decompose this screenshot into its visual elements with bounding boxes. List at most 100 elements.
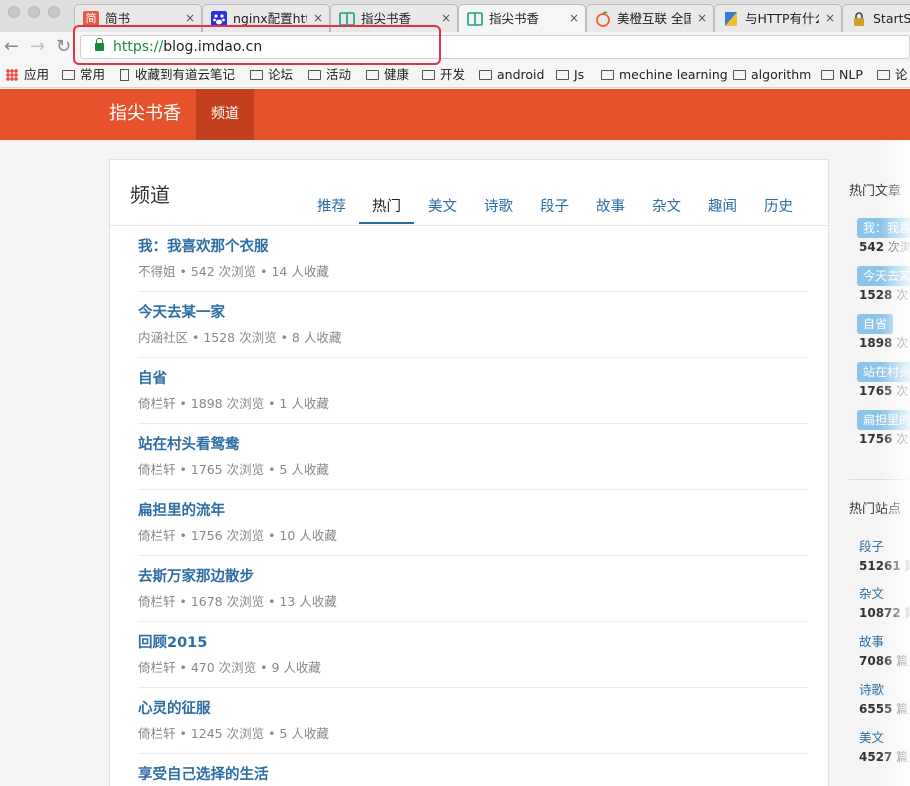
list-item: 心灵的征服 倚栏轩 • 1245 次浏览 • 5 人收藏	[138, 688, 808, 754]
folder-icon	[250, 70, 263, 80]
bookmark-folder[interactable]: android	[479, 67, 544, 83]
bookmark-folder[interactable]: 论	[877, 67, 908, 83]
article-meta: 倚栏轩 • 1756 次浏览 • 10 人收藏	[138, 528, 337, 543]
tab-history[interactable]: 历史	[764, 196, 793, 218]
bookmark-folder[interactable]: 论坛	[250, 67, 293, 83]
article-title-link[interactable]: 回顾2015	[138, 633, 207, 653]
tab-hot[interactable]: 热门	[372, 196, 401, 218]
book-icon	[467, 11, 483, 27]
hot-article-views: 1898 次浏	[859, 336, 910, 350]
close-icon[interactable]: ×	[185, 10, 195, 26]
hot-site-link[interactable]: 诗歌	[859, 682, 884, 698]
hot-site-count: 4527 篇文	[859, 750, 910, 764]
close-icon[interactable]: ×	[825, 10, 835, 26]
active-tab-underline	[359, 222, 414, 224]
article-title-link[interactable]: 站在村头看鸳鸯	[138, 435, 240, 455]
tab-misc[interactable]: 杂文	[652, 196, 681, 218]
page-icon	[120, 69, 129, 81]
hot-site-link[interactable]: 美文	[859, 730, 884, 746]
article-title-link[interactable]: 心灵的征服	[138, 699, 211, 719]
folder-icon	[422, 70, 435, 80]
article-title-link[interactable]: 去斯万家那边散步	[138, 567, 254, 587]
folder-icon	[556, 70, 569, 80]
hot-site-count: 10872 篇文	[859, 606, 910, 620]
channel-card: 频道 推荐 热门 美文 诗歌 段子 故事 杂文 趣闻 历史 我：我喜欢那个衣服 …	[109, 159, 830, 786]
window-close-dot[interactable]	[8, 6, 20, 18]
bookmark-folder[interactable]: NLP	[821, 67, 863, 83]
hot-article-tag[interactable]: 自省	[857, 314, 894, 334]
tab-title: 与HTTP有什么	[745, 11, 819, 26]
tab-title: 指尖书香	[489, 11, 540, 26]
close-icon[interactable]: ×	[441, 10, 451, 26]
list-item: 今天去某一家 内涵社区 • 1528 次浏览 • 8 人收藏	[138, 292, 808, 358]
bookmark-folder[interactable]: 开发	[422, 67, 465, 83]
bookmark-folder[interactable]: mechine learning	[601, 67, 728, 83]
tab-stories[interactable]: 故事	[596, 196, 625, 218]
hot-site-link[interactable]: 故事	[859, 634, 884, 650]
article-title-link[interactable]: 今天去某一家	[138, 303, 225, 323]
hot-article-views: 1528 次浏	[859, 288, 910, 302]
folder-icon	[821, 70, 834, 80]
close-icon[interactable]: ×	[313, 10, 323, 26]
window-minimize-dot[interactable]	[28, 6, 40, 18]
nav-item-channel[interactable]: 频道	[196, 89, 254, 140]
page-title: 频道	[130, 183, 170, 207]
bookmark-folder[interactable]: 健康	[366, 67, 409, 83]
browser-tab-http[interactable]: 与HTTP有什么 ×	[714, 4, 842, 32]
tab-title: StartS	[873, 11, 910, 26]
article-meta: 内涵社区 • 1528 次浏览 • 8 人收藏	[138, 330, 342, 345]
bookmark-folder[interactable]: algorithm	[733, 67, 811, 83]
tab-essay[interactable]: 美文	[428, 196, 457, 218]
bookmark-folder[interactable]: 活动	[308, 67, 351, 83]
article-title-link[interactable]: 享受自己选择的生活	[138, 765, 269, 785]
folder-icon	[308, 70, 321, 80]
hot-site-count: 6555 篇文	[859, 702, 910, 716]
sidebar: 热门文章 我：我喜 542 次浏览 今天去某 1528 次浏 自省 1898 次…	[828, 159, 910, 786]
bookmark-apps[interactable]: 应用	[6, 67, 49, 83]
forward-arrow-icon[interactable]: →	[30, 36, 45, 58]
back-arrow-icon[interactable]: ←	[4, 36, 19, 58]
hot-site-link[interactable]: 段子	[859, 539, 884, 555]
folder-icon	[479, 70, 492, 80]
orange-icon	[595, 11, 611, 27]
tab-anecdotes[interactable]: 趣闻	[708, 196, 737, 218]
close-icon[interactable]: ×	[697, 10, 707, 26]
article-meta: 倚栏轩 • 1898 次浏览 • 1 人收藏	[138, 396, 329, 411]
article-title-link[interactable]: 我：我喜欢那个衣服	[138, 237, 269, 257]
lock-icon	[851, 11, 867, 27]
article-meta: 倚栏轩 • 1245 次浏览 • 5 人收藏	[138, 726, 329, 741]
folder-icon	[366, 70, 379, 80]
hot-article-tag[interactable]: 站在村头	[857, 362, 910, 382]
close-icon[interactable]: ×	[569, 10, 579, 26]
article-meta: 倚栏轩 • 1765 次浏览 • 5 人收藏	[138, 462, 329, 477]
bookmark-page[interactable]: 收藏到有道云笔记	[120, 67, 235, 83]
site-brand-logo[interactable]: 指尖书香	[109, 102, 181, 126]
tab-poetry[interactable]: 诗歌	[484, 196, 513, 218]
list-item: 去斯万家那边散步 倚栏轩 • 1678 次浏览 • 13 人收藏	[138, 556, 808, 622]
browser-tab-meicheng[interactable]: 美橙互联 全国 ×	[586, 4, 714, 32]
hot-article-views: 1765 次浏	[859, 384, 910, 398]
list-item: 扁担里的流年 倚栏轩 • 1756 次浏览 • 10 人收藏	[138, 490, 808, 556]
hot-article-tag[interactable]: 扁担里的	[857, 410, 910, 430]
list-item: 自省 倚栏轩 • 1898 次浏览 • 1 人收藏	[138, 358, 808, 424]
tab-jokes[interactable]: 段子	[540, 196, 569, 218]
window-zoom-dot[interactable]	[48, 6, 60, 18]
tab-recommend[interactable]: 推荐	[317, 196, 346, 218]
bookmark-folder[interactable]: Js	[556, 67, 584, 83]
apps-grid-icon	[6, 69, 18, 81]
bookmark-folder[interactable]: 常用	[62, 67, 105, 83]
hot-article-tag[interactable]: 今天去某	[857, 266, 910, 286]
bookmarks-bar: 应用 常用 收藏到有道云笔记 论坛 活动 健康 开发 android Js me…	[0, 62, 910, 88]
hot-site-link[interactable]: 杂文	[859, 586, 884, 602]
list-item: 回顾2015 倚栏轩 • 470 次浏览 • 9 人收藏	[138, 622, 808, 688]
page-icon	[723, 11, 739, 27]
article-title-link[interactable]: 自省	[138, 369, 167, 389]
list-item: 站在村头看鸳鸯 倚栏轩 • 1765 次浏览 • 5 人收藏	[138, 424, 808, 490]
browser-tab-startssl[interactable]: StartS	[842, 4, 910, 32]
reload-icon[interactable]: ↻	[56, 36, 71, 58]
hot-articles-heading: 热门文章	[849, 184, 902, 199]
folder-icon	[733, 70, 746, 80]
article-title-link[interactable]: 扁担里的流年	[138, 501, 225, 521]
hot-article-tag[interactable]: 我：我喜	[857, 218, 910, 238]
browser-tab-zhijian-active[interactable]: 指尖书香 ×	[458, 4, 586, 32]
